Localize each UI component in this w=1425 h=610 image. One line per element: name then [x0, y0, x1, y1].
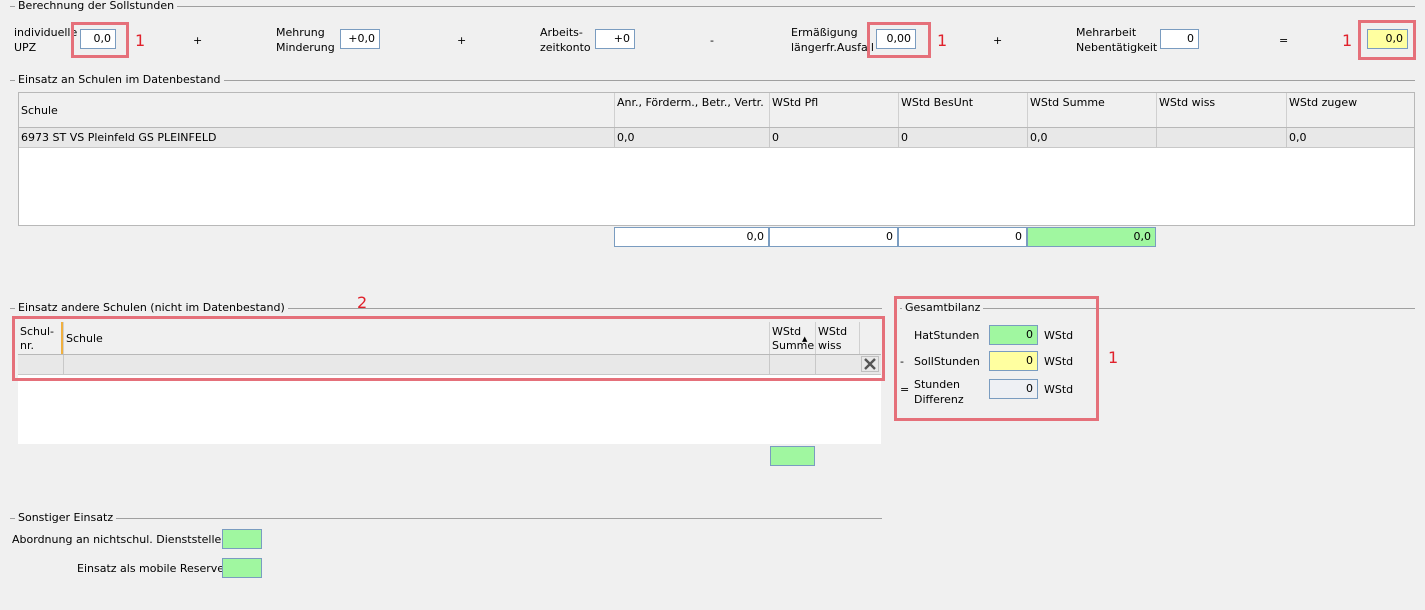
- annotation-box: [12, 316, 885, 381]
- total-wstd-pfl-field: 0: [769, 227, 898, 247]
- cell-wstd-summe: 0,0: [1027, 128, 1156, 147]
- cell-wstd-pfl: 0: [769, 128, 898, 147]
- section-title-einsatz-schulen: Einsatz an Schulen im Datenbestand: [15, 74, 224, 86]
- equals-operator: =: [1279, 34, 1289, 47]
- cell-wstd-zugew: 0,0: [1286, 128, 1414, 147]
- annotation-box: [1358, 20, 1416, 60]
- mehrarbeit-field[interactable]: 0: [1160, 29, 1199, 49]
- total-anrechnung-field: 0,0: [614, 227, 769, 247]
- separator: [10, 6, 1415, 7]
- annotation-number: 1: [1108, 348, 1119, 367]
- total-wstd-besunt-field: 0: [898, 227, 1027, 247]
- separator: [10, 518, 882, 519]
- annotation-box: [867, 22, 931, 58]
- column-header-schule[interactable]: Schule: [19, 93, 614, 127]
- table-header: Schule Anr., Förderm., Betr., Vertr. WSt…: [19, 93, 1414, 128]
- ermaessigung-label: Ermäßigung längerfr.Ausfall: [791, 26, 874, 54]
- annotation-number: 2: [357, 293, 368, 312]
- column-header-wstd-zugew[interactable]: WStd zugew: [1286, 93, 1414, 127]
- table-row[interactable]: 6973 ST VS Pleinfeld GS PLEINFELD 0,0 0 …: [19, 128, 1414, 148]
- abordnung-field: [222, 529, 262, 549]
- arbeitszeitkonto-label: Arbeits- zeitkonto: [540, 26, 591, 54]
- annotation-number: 1: [937, 31, 948, 50]
- plus-operator: +: [457, 34, 467, 47]
- mehrung-label: Mehrung Minderung: [276, 26, 335, 54]
- plus-operator: +: [193, 34, 203, 47]
- annotation-box: [894, 296, 1099, 421]
- column-header-wstd-wiss[interactable]: WStd wiss: [1156, 93, 1286, 127]
- cell-wstd-wiss: [1156, 128, 1286, 147]
- abordnung-label: Abordnung an nichtschul. Dienststelle: [12, 533, 222, 546]
- andere-schulen-summe-field: [770, 446, 815, 466]
- schulen-table: Schule Anr., Förderm., Betr., Vertr. WSt…: [18, 92, 1415, 226]
- column-header-wstd-pfl[interactable]: WStd Pfl: [769, 93, 898, 127]
- mobile-reserve-label: Einsatz als mobile Reserve: [77, 562, 225, 575]
- mobile-reserve-field: [222, 558, 262, 578]
- section-title-sollstunden: Berechnung der Sollstunden: [15, 0, 178, 12]
- mehrarbeit-label: Mehrarbeit Nebentätigkeit: [1076, 26, 1158, 54]
- plus-operator: +: [993, 34, 1003, 47]
- minus-operator: -: [710, 34, 714, 47]
- section-title-andere-schulen: Einsatz andere Schulen (nicht im Datenbe…: [15, 302, 288, 314]
- arbeitszeitkonto-field[interactable]: +0: [595, 29, 635, 49]
- annotation-number: 1: [135, 31, 146, 50]
- section-title-sonstiger: Sonstiger Einsatz: [15, 512, 117, 524]
- cell-wstd-besunt: 0: [898, 128, 1027, 147]
- total-wstd-summe-field: 0,0: [1027, 227, 1156, 247]
- column-header-wstd-besunt[interactable]: WStd BesUnt: [898, 93, 1027, 127]
- upz-label: individuelle UPZ: [14, 26, 78, 54]
- cell-schule: 6973 ST VS Pleinfeld GS PLEINFELD: [21, 131, 217, 144]
- column-header-wstd-summe[interactable]: WStd Summe: [1027, 93, 1156, 127]
- annotation-number: 1: [1342, 31, 1353, 50]
- column-header-anrechnung[interactable]: Anr., Förderm., Betr., Vertr.: [614, 93, 769, 127]
- mehrung-field[interactable]: +0,0: [340, 29, 380, 49]
- cell-anrechnung: 0,0: [614, 128, 769, 147]
- annotation-box: [71, 22, 129, 58]
